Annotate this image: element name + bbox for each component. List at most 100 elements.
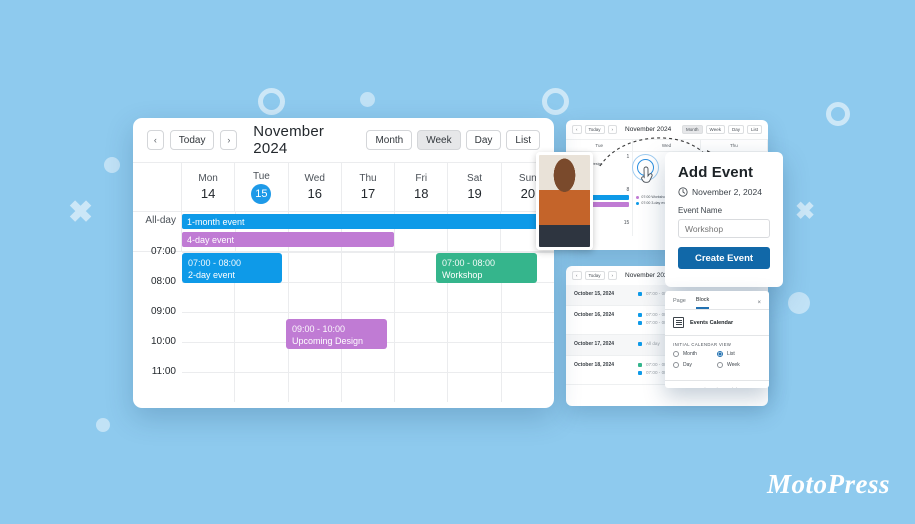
block-panel-footer: Dynamic Design Workshop Informative Work… xyxy=(665,381,769,388)
prev-week-button[interactable]: ‹ xyxy=(147,130,164,150)
radio-circle-selected-icon xyxy=(717,351,723,357)
radio-list[interactable]: List xyxy=(717,351,761,357)
event-time: 07:00 - 08:00 xyxy=(188,258,242,268)
radio-day[interactable]: Day xyxy=(673,362,717,368)
initial-view-radio-group: Month List Day Week xyxy=(665,351,769,380)
event-time: 09:00 - 10:00 xyxy=(292,324,346,334)
time-gutter-spacer xyxy=(133,163,182,211)
today-button[interactable]: Today xyxy=(169,130,215,150)
day-number: 18 xyxy=(414,186,429,201)
motopress-logo: MotoPress xyxy=(766,469,890,499)
mini-view-button-list[interactable]: List xyxy=(746,125,762,134)
add-event-date: November 2, 2024 xyxy=(692,187,762,197)
day-number: 19 xyxy=(467,186,482,201)
deco-ring-1 xyxy=(258,88,285,115)
event-name-label: Event Name xyxy=(678,206,723,215)
view-button-list[interactable]: List xyxy=(506,130,540,150)
tab-page[interactable]: Page xyxy=(673,298,686,308)
event-workshop[interactable]: 07:00 - 08:00 Workshop xyxy=(436,253,537,283)
hand-cursor-icon xyxy=(641,166,653,183)
view-button-day[interactable]: Day xyxy=(465,130,502,150)
time-label: 08:00 xyxy=(150,276,176,287)
radio-circle-icon xyxy=(673,351,679,357)
day-number: 14 xyxy=(200,186,216,201)
time-row-1100: 11:00 xyxy=(133,366,554,402)
day-name: Wed xyxy=(304,173,325,184)
day-number-today: 15 xyxy=(251,183,272,204)
radio-label: List xyxy=(727,351,735,357)
event-upcoming-design-expo[interactable]: 09:00 - 10:00 Upcoming Design Expo xyxy=(286,319,387,349)
list-next-button[interactable]: › xyxy=(607,271,618,280)
days-header: Mon 14 Tue 15 Wed 16 Thu 17 Fri 18 Sat 1… xyxy=(133,162,554,212)
close-icon[interactable]: × xyxy=(757,300,761,306)
time-label: 07:00 xyxy=(150,246,176,257)
event-title: Workshop xyxy=(442,270,483,280)
list-item-date: October 16, 2024 xyxy=(574,312,615,318)
block-identity-row: Events Calendar xyxy=(665,310,769,335)
add-event-date-row: November 2, 2024 xyxy=(678,187,770,197)
day-name: Tue xyxy=(252,170,270,182)
mini-event-label: 07:00 Workshop xyxy=(641,195,668,199)
list-item-date: October 15, 2024 xyxy=(574,291,615,297)
day-name: Mon xyxy=(198,173,218,184)
calendar-toolbar: ‹ Today › November 2024 Month Week Day L… xyxy=(133,118,554,162)
create-event-button[interactable]: Create Event xyxy=(678,247,770,269)
initial-view-section-title: INITIAL CALENDAR VIEW xyxy=(673,342,732,347)
view-button-week[interactable]: Week xyxy=(417,130,461,150)
main-calendar-card: ‹ Today › November 2024 Month Week Day L… xyxy=(133,118,554,408)
list-today-button[interactable]: Today xyxy=(584,271,605,280)
radio-week[interactable]: Week xyxy=(717,362,761,368)
event-time: 07:00 - 08:00 xyxy=(442,258,496,268)
radio-circle-icon xyxy=(673,362,679,368)
day-name: Fri xyxy=(415,173,428,184)
deco-cross-2: ✖ xyxy=(795,198,816,225)
block-settings-panel: Page Block × Events Calendar INITIAL CAL… xyxy=(665,291,769,388)
radio-month[interactable]: Month xyxy=(673,351,717,357)
list-prev-button[interactable]: ‹ xyxy=(572,271,582,280)
calendar-title: November 2024 xyxy=(253,123,325,157)
add-event-popup: Add Event November 2, 2024 Event Name Cr… xyxy=(665,152,783,287)
add-event-heading: Add Event xyxy=(678,164,754,181)
deco-cross-1: ✖ xyxy=(68,196,94,229)
day-number: 20 xyxy=(520,186,536,201)
presenter-photo xyxy=(536,152,593,250)
next-week-button[interactable]: › xyxy=(220,130,238,150)
time-grid: 07:00 08:00 09:00 10:00 11:00 07:00 - 08… xyxy=(133,246,554,402)
deco-ring-2 xyxy=(542,88,569,115)
event-2-day-event[interactable]: 07:00 - 08:00 2-day event xyxy=(182,253,282,283)
all-day-row: All-day 1-month event 4-day event xyxy=(133,212,554,252)
day-column-thu[interactable]: Thu 17 xyxy=(342,163,396,211)
day-number: 17 xyxy=(360,186,376,201)
all-day-event-2[interactable]: 4-day event xyxy=(182,232,394,247)
event-title: 2-day event xyxy=(188,270,236,280)
deco-ring-3 xyxy=(826,102,850,126)
day-column-wed[interactable]: Wed 16 xyxy=(289,163,342,211)
calendar-block-icon xyxy=(673,317,684,328)
view-button-month[interactable]: Month xyxy=(366,130,413,150)
day-column-tue[interactable]: Tue 15 xyxy=(235,163,289,211)
radio-label: Week xyxy=(727,362,740,368)
all-day-event-1[interactable]: 1-month event xyxy=(182,214,554,229)
radio-label: Month xyxy=(683,351,697,357)
day-name: Thu xyxy=(359,173,377,184)
deco-dot-3 xyxy=(788,292,810,314)
event-name-input[interactable] xyxy=(678,219,770,238)
mini-prev-button[interactable]: ‹ xyxy=(572,125,582,134)
radio-circle-icon xyxy=(717,362,723,368)
view-switcher: Month Week Day List xyxy=(366,130,540,150)
time-row-0800: 08:00 xyxy=(133,276,554,312)
radio-label: Day xyxy=(683,362,692,368)
deco-dot-2 xyxy=(104,157,120,173)
time-label: 10:00 xyxy=(150,336,176,347)
day-column-sat[interactable]: Sat 19 xyxy=(448,163,502,211)
tab-block[interactable]: Block xyxy=(695,297,710,309)
day-column-fri[interactable]: Fri 18 xyxy=(395,163,449,211)
mini-view-button-day[interactable]: Day xyxy=(727,125,744,134)
day-column-mon[interactable]: Mon 14 xyxy=(182,163,236,211)
deco-dot-4 xyxy=(96,418,110,432)
day-name: Sat xyxy=(467,173,483,184)
block-panel-tabs: Page Block × xyxy=(665,291,769,309)
day-number: 16 xyxy=(307,186,322,201)
footer-event-title: Dynamic Design Workshop xyxy=(673,387,761,388)
list-item-date: October 18, 2024 xyxy=(574,362,615,368)
